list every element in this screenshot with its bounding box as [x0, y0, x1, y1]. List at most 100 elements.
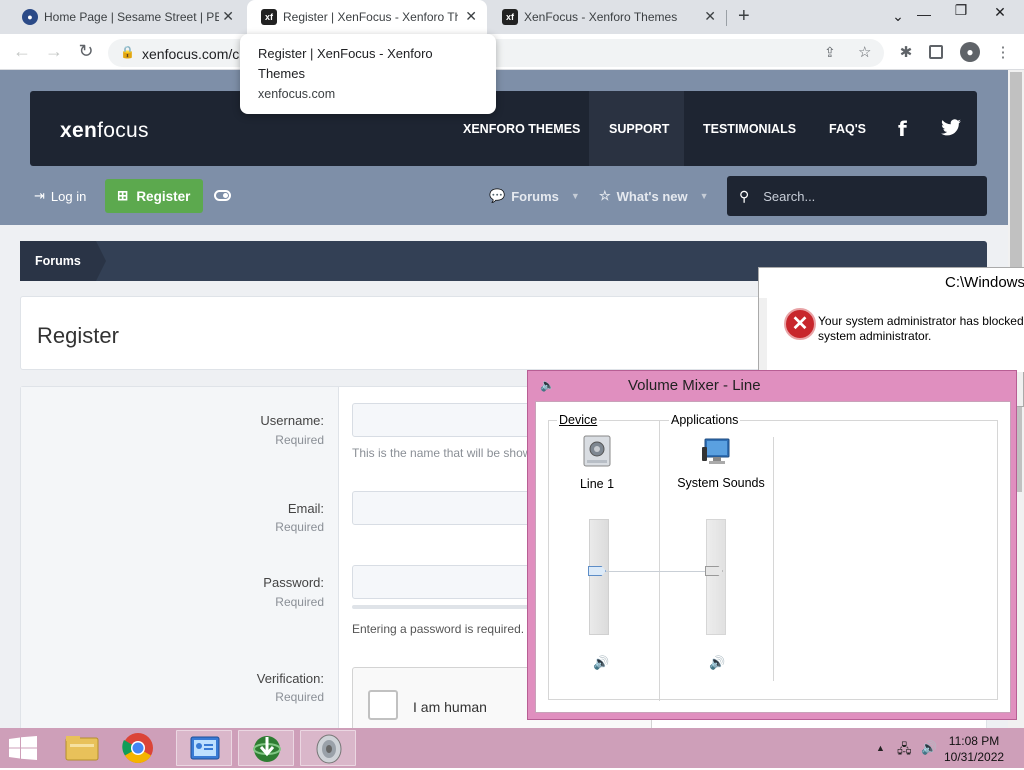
- nav-testimonials[interactable]: TESTIMONIALS: [703, 122, 796, 136]
- tab-xenfocus[interactable]: xf XenFocus - Xenforo Themes ✕: [488, 0, 726, 34]
- style-toggle[interactable]: [214, 190, 231, 201]
- menu-icon[interactable]: ⋮: [994, 43, 1012, 61]
- site-logo[interactable]: xenfocus: [60, 119, 149, 143]
- forums-menu[interactable]: 💬 Forums ▼: [489, 188, 580, 204]
- line-device-icon[interactable]: [583, 435, 611, 470]
- tab-title: Home Page | Sesame Street | PBS: [44, 10, 219, 24]
- taskbar: ▲ 🖧 🔊 11:08 PM 10/31/2022: [0, 728, 1024, 768]
- register-label: Register: [136, 188, 191, 204]
- app-mute-icon[interactable]: 🔊: [709, 655, 725, 671]
- tab-search-icon[interactable]: ⌄: [888, 8, 908, 25]
- search-icon: ⚲: [739, 187, 750, 204]
- site-header: xenfocus XENFORO THEMES SUPPORT TESTIMON…: [0, 70, 1008, 225]
- restore-icon[interactable]: ❐: [951, 2, 971, 19]
- error-message-line2: system administrator.: [818, 329, 932, 343]
- username-required: Required: [275, 433, 324, 447]
- username-hint: This is the name that will be show: [352, 446, 532, 460]
- password-label: Password:: [263, 575, 324, 590]
- app-name: System Sounds: [677, 476, 765, 490]
- bookmark-star-icon[interactable]: ☆: [858, 43, 871, 61]
- device-header: Device: [557, 413, 600, 427]
- mixer-separator: [659, 421, 660, 701]
- show-hidden-icons[interactable]: ▲: [876, 743, 885, 753]
- network-icon[interactable]: 🖧: [897, 740, 912, 762]
- breadcrumb-forums[interactable]: Forums: [20, 241, 106, 281]
- device-mute-icon[interactable]: 🔊: [593, 655, 609, 671]
- device-volume-slider[interactable]: [589, 519, 609, 635]
- error-message: Your system administrator has blocked sy…: [818, 314, 1024, 344]
- back-icon[interactable]: ←: [10, 41, 34, 62]
- star-icon: ☆: [599, 188, 611, 203]
- plus-square-icon: ⊞: [117, 188, 129, 203]
- clock-time: 11:08 PM: [948, 734, 1000, 748]
- nav-support[interactable]: SUPPORT: [609, 122, 669, 136]
- volume-mixer-title: Volume Mixer - Line: [628, 377, 761, 394]
- speaker-icon[interactable]: [300, 730, 356, 766]
- xf-icon: xf: [261, 9, 277, 25]
- user-strip: ⇥ Log in ⊞ Register 💬 Forums ▼ ☆ What's new ▼ …: [0, 176, 1008, 225]
- close-window-icon[interactable]: ✕: [990, 4, 1010, 21]
- close-tab-icon[interactable]: ✕: [222, 8, 234, 25]
- side-panel-icon[interactable]: [929, 45, 943, 59]
- control-panel-icon[interactable]: [176, 730, 232, 766]
- internet-download-manager-icon[interactable]: [238, 730, 294, 766]
- twitter-icon[interactable]: [940, 119, 962, 143]
- xf-icon: xf: [502, 9, 518, 25]
- device-name: Line 1: [579, 477, 615, 491]
- speaker-icon: 🔈: [540, 378, 555, 392]
- lock-icon: 🔒: [120, 45, 135, 59]
- chrome-icon[interactable]: [110, 730, 166, 766]
- address-bar[interactable]: 🔒 xenfocus.com/c ⇪ ☆: [108, 39, 884, 67]
- forward-icon[interactable]: →: [42, 41, 66, 62]
- tab-sesame-street[interactable]: ● Home Page | Sesame Street | PBS ✕: [8, 0, 244, 34]
- hover-card-title: Register | XenFocus - Xenforo Themes: [258, 46, 433, 81]
- tab-hover-card: Register | XenFocus - Xenforo Themes xen…: [240, 34, 496, 114]
- password-required: Required: [275, 595, 324, 609]
- email-label: Email:: [287, 501, 324, 516]
- browser-toolbar: ← → ↻ 🔒 xenfocus.com/c ⇪ ☆ ✱ ● ⋮: [0, 34, 1024, 70]
- tab-separator: [726, 10, 727, 26]
- profile-icon[interactable]: ●: [960, 42, 980, 62]
- error-message-line1: Your system administrator has blocked: [818, 314, 1024, 328]
- app-volume-slider[interactable]: [706, 519, 726, 635]
- error-dialog-title: C:\Windows\: [759, 268, 1024, 298]
- minimize-icon[interactable]: —: [914, 6, 934, 22]
- applications-header: Applications: [669, 413, 741, 427]
- new-tab-icon[interactable]: +: [738, 5, 750, 28]
- volume-tray-icon[interactable]: 🔊: [921, 740, 937, 756]
- captcha-checkbox[interactable]: [368, 690, 398, 720]
- reload-icon[interactable]: ↻: [74, 41, 98, 62]
- close-tab-icon[interactable]: ✕: [465, 8, 477, 25]
- logo-focus: focus: [97, 119, 149, 142]
- tab-register[interactable]: xf Register | XenFocus - Xenforo Th ✕: [247, 0, 487, 34]
- windows-start-icon[interactable]: [8, 736, 38, 760]
- error-dialog-body: ✕ Your system administrator has blocked …: [767, 298, 1024, 372]
- register-button[interactable]: ⊞ Register: [105, 179, 203, 213]
- system-sounds-icon[interactable]: [701, 437, 733, 470]
- whats-new-menu[interactable]: ☆ What's new ▼: [599, 188, 709, 204]
- mixer-separator: [773, 437, 774, 681]
- search-input[interactable]: ⚲ Search...: [727, 176, 987, 216]
- file-explorer-icon[interactable]: [54, 730, 110, 766]
- nav-faqs[interactable]: FAQ'S: [829, 122, 866, 136]
- login-link[interactable]: ⇥ Log in: [34, 188, 86, 204]
- whats-new-label: What's new: [616, 188, 688, 204]
- close-tab-icon[interactable]: ✕: [704, 8, 716, 25]
- system-clock[interactable]: 11:08 PM 10/31/2022: [944, 733, 1004, 765]
- hover-card-domain: xenfocus.com: [258, 87, 336, 101]
- pbs-icon: ●: [22, 9, 38, 25]
- search-placeholder: Search...: [763, 188, 816, 204]
- login-icon: ⇥: [34, 188, 45, 203]
- url-text: xenfocus.com/c: [142, 46, 240, 62]
- share-icon[interactable]: ⇪: [824, 44, 836, 61]
- verification-label: Verification:: [256, 671, 324, 686]
- slider-link-line: [601, 571, 719, 572]
- facebook-icon[interactable]: f: [898, 117, 907, 141]
- clock-date: 10/31/2022: [944, 750, 1005, 764]
- chevron-down-icon: ▼: [570, 191, 580, 201]
- volume-mixer-window: 🔈 Volume Mixer - Line Device Application…: [527, 370, 1017, 720]
- extensions-icon[interactable]: ✱: [897, 43, 915, 61]
- captcha-label: I am human: [413, 699, 487, 715]
- tab-title: XenFocus - Xenforo Themes: [524, 10, 678, 24]
- nav-xenforo-themes[interactable]: XENFORO THEMES: [463, 122, 580, 136]
